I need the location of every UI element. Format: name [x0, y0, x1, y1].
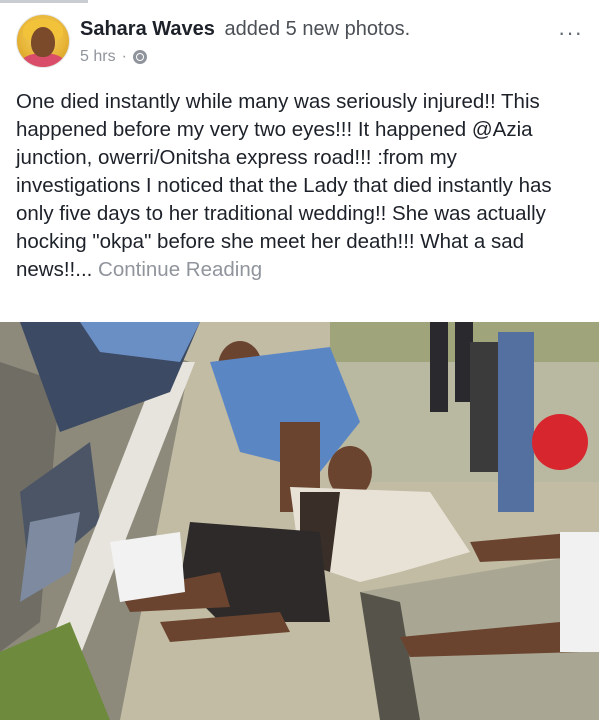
- post-timestamp[interactable]: 5 hrs: [80, 48, 116, 66]
- continue-reading-link[interactable]: Continue Reading: [98, 258, 262, 281]
- author-avatar[interactable]: [16, 14, 70, 68]
- post-photo[interactable]: [0, 322, 599, 720]
- meta-separator: ·: [121, 48, 127, 65]
- post-header-text: Sahara Waves added 5 new photos. 5 hrs ·: [80, 16, 540, 66]
- post-meta: 5 hrs ·: [80, 48, 540, 66]
- post-title-line: Sahara Waves added 5 new photos.: [80, 16, 540, 42]
- post-header: Sahara Waves added 5 new photos. 5 hrs ·…: [16, 14, 583, 70]
- top-divider: [0, 0, 88, 3]
- globe-icon[interactable]: [132, 50, 147, 64]
- post-action-text: added 5 new photos.: [224, 18, 411, 40]
- post-body: One died instantly while many was seriou…: [16, 88, 586, 284]
- more-options-icon[interactable]: ···: [558, 20, 583, 46]
- post-body-text: One died instantly while many was seriou…: [16, 90, 552, 281]
- accident-scene-image: [0, 322, 599, 720]
- author-name[interactable]: Sahara Waves: [80, 18, 215, 40]
